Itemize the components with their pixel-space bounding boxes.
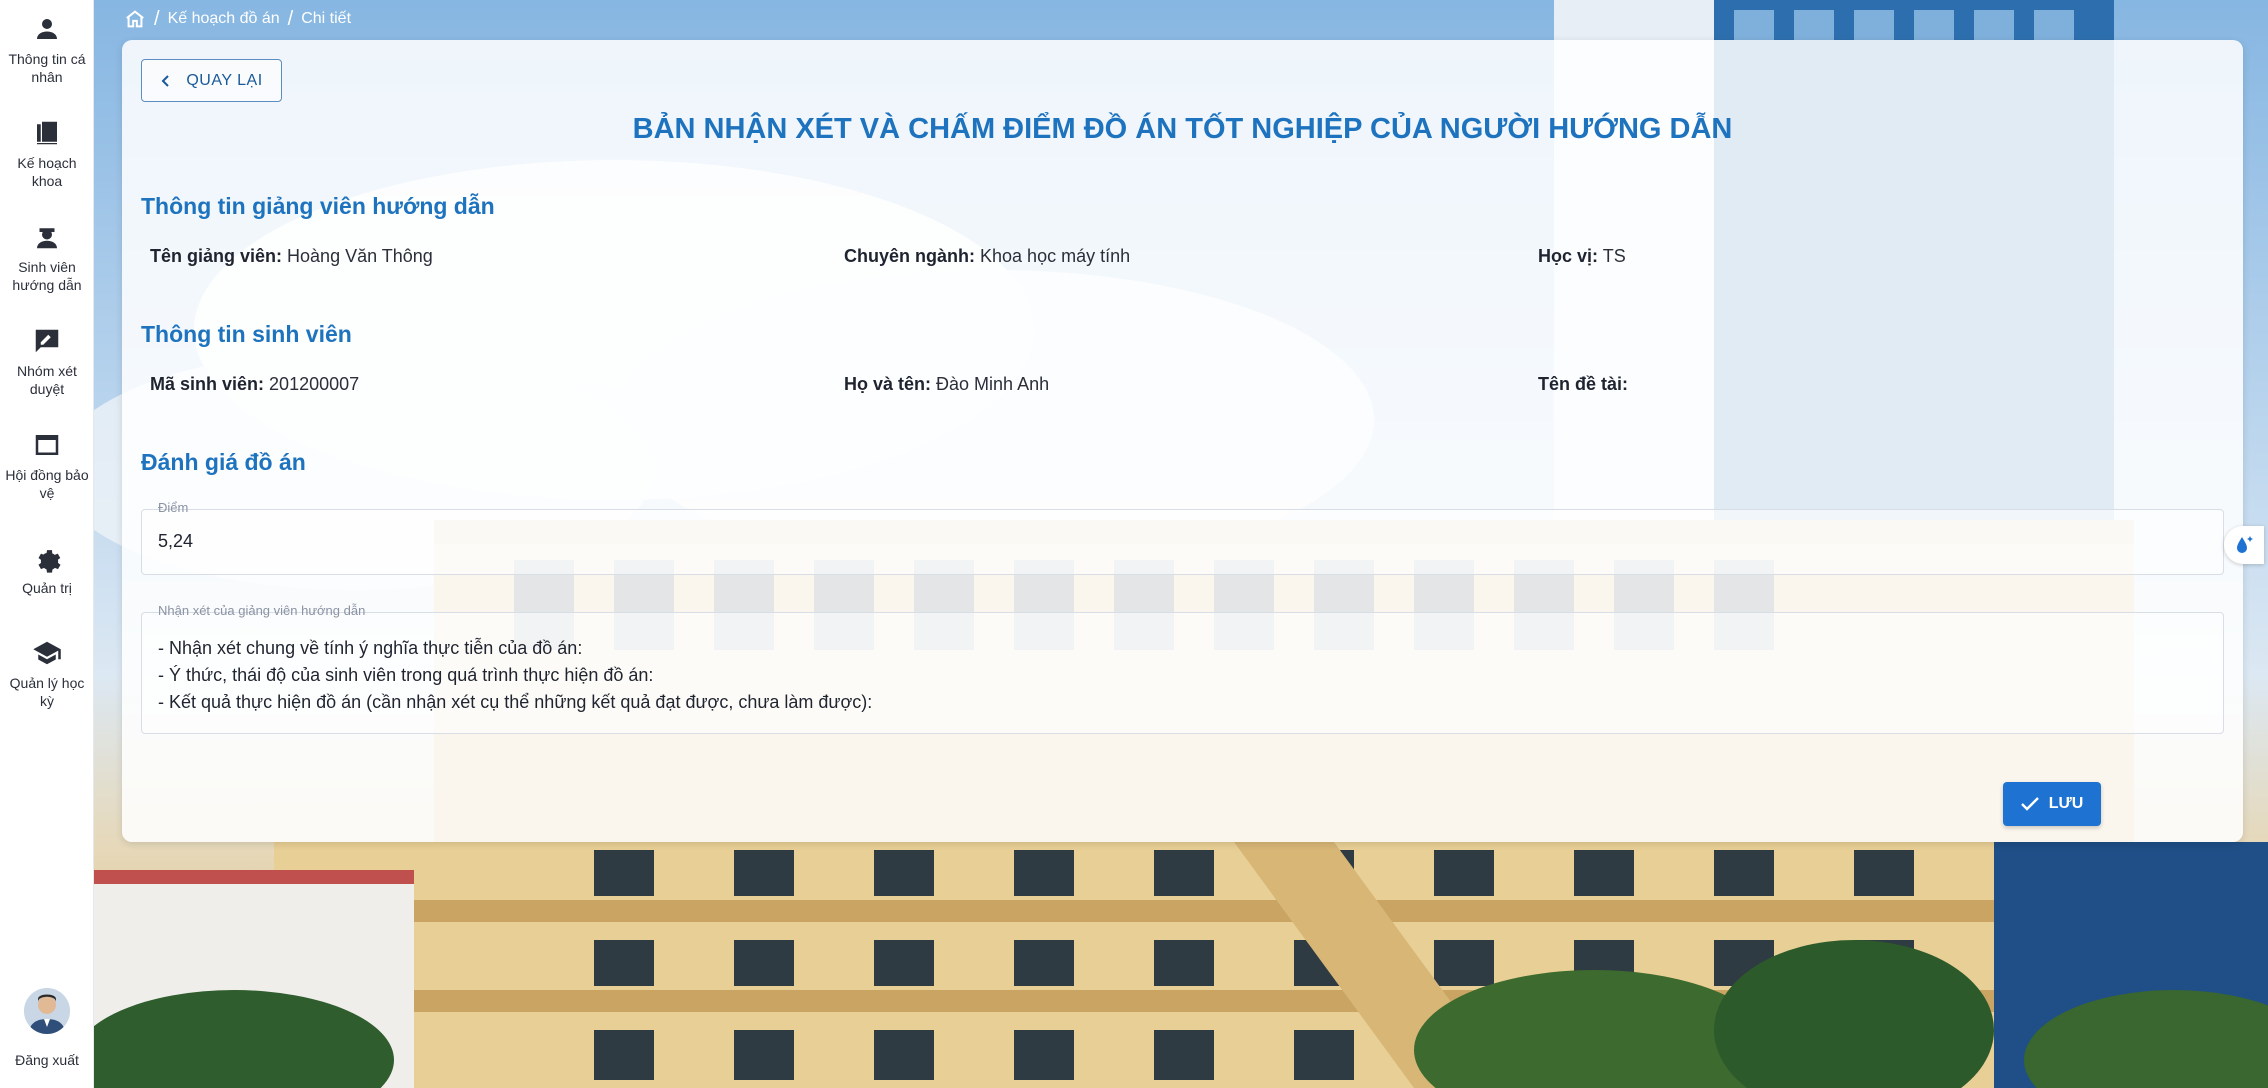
comment-textarea[interactable]: - Nhận xét chung về tính ý nghĩa thực ti… [158, 635, 872, 716]
breadcrumb-separator: / [154, 7, 160, 30]
page-title: BẢN NHẬN XÉT VÀ CHẤM ĐIỂM ĐỒ ÁN TỐT NGHI… [632, 113, 1733, 145]
graduation-cap-icon [33, 641, 61, 665]
person-icon [37, 19, 57, 39]
sidebar-item-supervised-students[interactable]: Sinh viên hướng dẫn [0, 222, 94, 294]
evaluation-card: QUAY LẠI BẢN NHẬN XÉT VÀ CHẤM ĐIỂM ĐỒ ÁN… [122, 40, 2243, 842]
chevron-left-icon [161, 74, 170, 87]
student-name: Họ và tên: Đào Minh Anh [844, 374, 1050, 394]
breadcrumb: / Kế hoạch đồ án / Chi tiết [124, 6, 351, 32]
student-info-row: Mã sinh viên: 201200007 Họ và tên: Đào M… [150, 374, 2230, 400]
window-icon [35, 435, 59, 455]
review-icon [35, 329, 59, 353]
logout-link[interactable]: Đăng xuất [0, 1052, 94, 1068]
sidebar-item-defense-council[interactable]: Hội đồng bảo vệ [0, 430, 94, 502]
score-field-label: Điểm [158, 500, 189, 515]
back-button[interactable]: QUAY LẠI [141, 59, 282, 102]
sidebar-item-label: Nhóm xét duyệt [17, 363, 77, 397]
advisor-section-title: Thông tin giảng viên hướng dẫn [141, 193, 495, 219]
comment-field-label: Nhận xét của giảng viên hướng dẫn [158, 603, 366, 618]
sidebar-item-review-group[interactable]: Nhóm xét duyệt [0, 326, 94, 398]
advisor-degree: Học vị: TS [1538, 246, 1626, 266]
student-section-title: Thông tin sinh viên [141, 321, 352, 347]
student-id: Mã sinh viên: 201200007 [150, 374, 360, 394]
sidebar-item-department-plan[interactable]: Kế hoạch khoa [0, 118, 94, 190]
score-input[interactable]: 5,24 [158, 531, 193, 552]
home-icon[interactable] [124, 8, 146, 30]
save-button[interactable]: LƯU [2003, 782, 2101, 826]
assistant-widget-button[interactable] [2224, 526, 2264, 564]
score-field[interactable]: Điểm 5,24 [141, 500, 2224, 575]
student-icon [37, 228, 57, 249]
book-icon [37, 121, 57, 145]
breadcrumb-item-detail: Chi tiết [301, 10, 352, 27]
sidebar-item-semester-management[interactable]: Quản lý học kỳ [0, 638, 94, 710]
comment-field[interactable]: Nhận xét của giảng viên hướng dẫn - Nhận… [141, 603, 2224, 734]
evaluation-section-title: Đánh giá đồ án [141, 449, 306, 475]
comment-line: - Nhận xét chung về tính ý nghĩa thực ti… [158, 638, 583, 658]
check-icon [2020, 797, 2039, 811]
gear-icon [38, 550, 61, 573]
advisor-name: Tên giảng viên: Hoàng Văn Thông [150, 246, 433, 266]
thesis-topic: Tên đề tài: [1538, 374, 1629, 394]
droplet-sparkle-icon [2237, 536, 2253, 553]
avatar[interactable] [24, 988, 70, 1034]
breadcrumb-separator: / [287, 7, 294, 30]
advisor-major: Chuyên ngành: Khoa học máy tính [844, 246, 1131, 266]
sidebar-item-label: Quản lý học kỳ [9, 675, 85, 709]
sidebar-item-label: Sinh viên hướng dẫn [12, 259, 82, 293]
sidebar-item-personal-info[interactable]: Thông tin cá nhân [0, 14, 94, 86]
sidebar-item-label: Hội đồng bảo vệ [5, 467, 89, 501]
save-button-label: LƯU [2048, 795, 2084, 812]
advisor-info-row: Tên giảng viên: Hoàng Văn Thông Chuyên n… [150, 246, 2230, 272]
sidebar-item-label: Kế hoạch khoa [17, 155, 77, 189]
comment-line: - Ý thức, thái độ của sinh viên trong qu… [158, 665, 654, 685]
comment-line: - Kết quả thực hiện đồ án (cần nhận xét … [158, 692, 873, 712]
sidebar: Thông tin cá nhân Kế hoạch khoa Sinh viê… [0, 0, 94, 1088]
back-button-label: QUAY LẠI [186, 71, 263, 89]
sidebar-item-label: Quản trị [22, 580, 72, 596]
sidebar-item-admin[interactable]: Quản trị [0, 543, 94, 597]
breadcrumb-item-plan[interactable]: Kế hoạch đồ án [168, 10, 280, 28]
sidebar-item-label: Thông tin cá nhân [8, 51, 86, 85]
